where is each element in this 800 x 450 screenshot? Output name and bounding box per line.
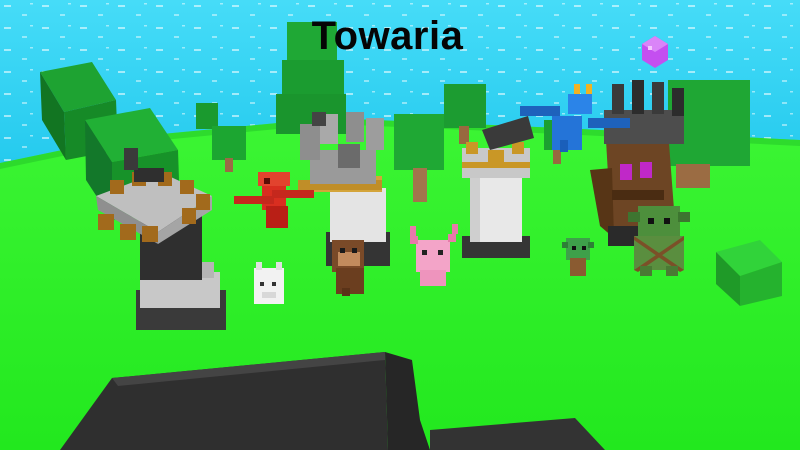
monkey[interactable]	[332, 240, 364, 296]
white-cat[interactable]	[254, 262, 284, 304]
game-viewport[interactable]: Towaria	[0, 0, 800, 450]
game-scene[interactable]	[0, 0, 800, 450]
large-goblin[interactable]	[628, 206, 690, 276]
